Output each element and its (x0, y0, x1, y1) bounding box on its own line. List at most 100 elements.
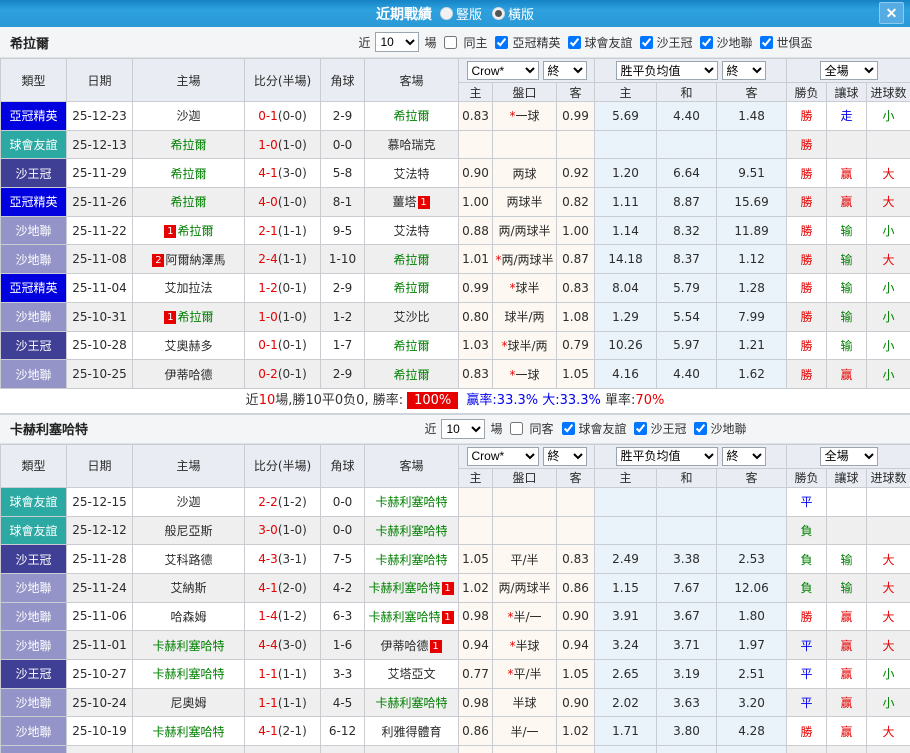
home-team: 般尼亞斯 (133, 516, 245, 545)
avg-home: 1.14 (595, 216, 657, 245)
result-handicap: 走 (827, 102, 867, 131)
avg-select[interactable]: 胜平负均值 (616, 61, 718, 80)
competition-checkbox-0[interactable] (495, 36, 508, 49)
near-count-select[interactable]: 10 (375, 32, 419, 52)
odds-home: 0.83 (459, 360, 493, 389)
result-goals: 小 (867, 660, 910, 689)
layout-radio-1[interactable]: 橫版 (492, 4, 534, 23)
avg-final-select[interactable]: 終 (722, 61, 766, 80)
match-row: 沙地聯25-10-24尼奧姆1-1(1-1)4-5卡赫利塞哈特0.98半球0.9… (1, 688, 910, 717)
col-header-main: 比分(半場) (245, 59, 321, 102)
score: 1-1(1-1) (245, 660, 321, 689)
competition-checkbox-2[interactable] (640, 36, 653, 49)
odds-source-select[interactable]: Crow* (467, 61, 539, 80)
corner-count: 0-0 (321, 487, 365, 516)
odds-home: 0.86 (459, 717, 493, 746)
result-handicap (827, 516, 867, 545)
result-goals: 大 (867, 188, 910, 217)
score-full-time: 0-1 (258, 338, 278, 352)
col-header-main: 角球 (321, 59, 365, 102)
corner-count: 1-10 (321, 245, 365, 274)
result-wdl: 勝 (787, 188, 827, 217)
home-team: 艾科路德 (133, 545, 245, 574)
odds-home: 0.94 (459, 631, 493, 660)
team-label: 艾納斯 (170, 581, 206, 595)
team-label: 薑塔 (392, 195, 416, 209)
result-handicap: 输 (827, 274, 867, 303)
odds-source-select[interactable]: Crow* (467, 447, 539, 466)
avg-away: 2.72 (717, 746, 787, 753)
avg-draw: 3.63 (657, 688, 717, 717)
close-button[interactable]: ✕ (879, 2, 904, 24)
summary-text: 單率: (601, 393, 636, 408)
home-team: 卡赫利塞哈特 (133, 746, 245, 753)
competition-checkbox-4[interactable] (760, 36, 773, 49)
match-type: 沙王冠 (1, 660, 67, 689)
same-venue-checkbox[interactable] (444, 36, 457, 49)
handicap-line: 两/两球半 (493, 573, 557, 602)
score: 0-1(0-0) (245, 102, 321, 131)
handicap-line: *一球 (493, 360, 557, 389)
match-filter: 近10場同主亞冠精英球會友誼沙王冠沙地聯世俱盃 (260, 32, 910, 52)
handicap-line (493, 487, 557, 516)
home-team: 卡赫利塞哈特 (133, 717, 245, 746)
team-label: 沙迦 (176, 109, 200, 123)
avg-final-select[interactable]: 終 (722, 447, 766, 466)
result-wdl: 負 (787, 573, 827, 602)
result-wdl: 負 (787, 746, 827, 753)
away-team: 艾塔亞文 (365, 660, 459, 689)
score-half-time: (1-1) (278, 667, 307, 681)
avg-away: 3.20 (717, 688, 787, 717)
score: 4-4(3-0) (245, 631, 321, 660)
match-type: 沙地聯 (1, 302, 67, 331)
match-row: 沙王冠25-11-28艾科路德4-3(3-1)7-5卡赫利塞哈特1.05平/半0… (1, 545, 910, 574)
competition-checkbox-1[interactable] (634, 422, 647, 435)
team-section: 卡赫利塞哈特近10場同客球會友誼沙王冠沙地聯類型日期主場比分(半場)角球客場Cr… (0, 415, 910, 753)
avg-home: 2.02 (595, 688, 657, 717)
col-header-sub: 主 (595, 83, 657, 102)
corner-count: 7-5 (321, 545, 365, 574)
score-half-time: (1-1) (278, 696, 307, 710)
col-header-sub: 和 (657, 83, 717, 102)
team-label: 希拉爾 (393, 339, 429, 353)
avg-away: 12.06 (717, 573, 787, 602)
away-team: 卡赫利塞哈特 (365, 487, 459, 516)
odds-final-select[interactable]: 終 (543, 447, 587, 466)
competition-label: 球會友誼 (585, 34, 633, 51)
match-type: 亞冠精英 (1, 274, 67, 303)
near-count-select[interactable]: 10 (441, 419, 485, 439)
corner-count: 9-5 (321, 216, 365, 245)
radio-label: 橫版 (508, 4, 534, 23)
scope-select[interactable]: 全場 (820, 447, 878, 466)
titlebar: 近期戰績 豎版橫版 ✕ (0, 0, 910, 27)
scope-select[interactable]: 全場 (820, 61, 878, 80)
competition-label: 沙地聯 (711, 420, 747, 437)
match-type: 沙地聯 (1, 216, 67, 245)
avg-draw: 4.40 (657, 102, 717, 131)
competition-checkbox-2[interactable] (694, 422, 707, 435)
team-label: 利雅得體育 (381, 725, 441, 739)
odds-final-select[interactable]: 終 (543, 61, 587, 80)
match-date: 25-11-26 (67, 188, 133, 217)
competition-checkbox-3[interactable] (700, 36, 713, 49)
score-half-time: (0-1) (278, 367, 307, 381)
avg-home: 1.11 (595, 188, 657, 217)
result-goals: 小 (867, 216, 910, 245)
result-goals: 大 (867, 602, 910, 631)
match-row: 沙王冠25-10-27卡赫利塞哈特1-1(1-1)3-3艾塔亞文0.77*平/半… (1, 660, 910, 689)
asterisk-mark: * (509, 281, 515, 295)
score-full-time: 4-4 (258, 638, 278, 652)
competition-label: 沙地聯 (717, 34, 753, 51)
layout-radio-0[interactable]: 豎版 (440, 4, 482, 23)
same-venue-checkbox[interactable] (510, 422, 523, 435)
competition-checkbox-1[interactable] (568, 36, 581, 49)
odds-home: 1.02 (459, 573, 493, 602)
avg-select[interactable]: 胜平负均值 (616, 447, 718, 466)
score-full-time: 1-2 (258, 281, 278, 295)
corner-count: 6-12 (321, 717, 365, 746)
competition-checkbox-0[interactable] (562, 422, 575, 435)
score-half-time: (2-1) (278, 724, 307, 738)
team-label: 艾科路德 (164, 553, 212, 567)
corner-count: 1-6 (321, 631, 365, 660)
match-type: 沙地聯 (1, 602, 67, 631)
